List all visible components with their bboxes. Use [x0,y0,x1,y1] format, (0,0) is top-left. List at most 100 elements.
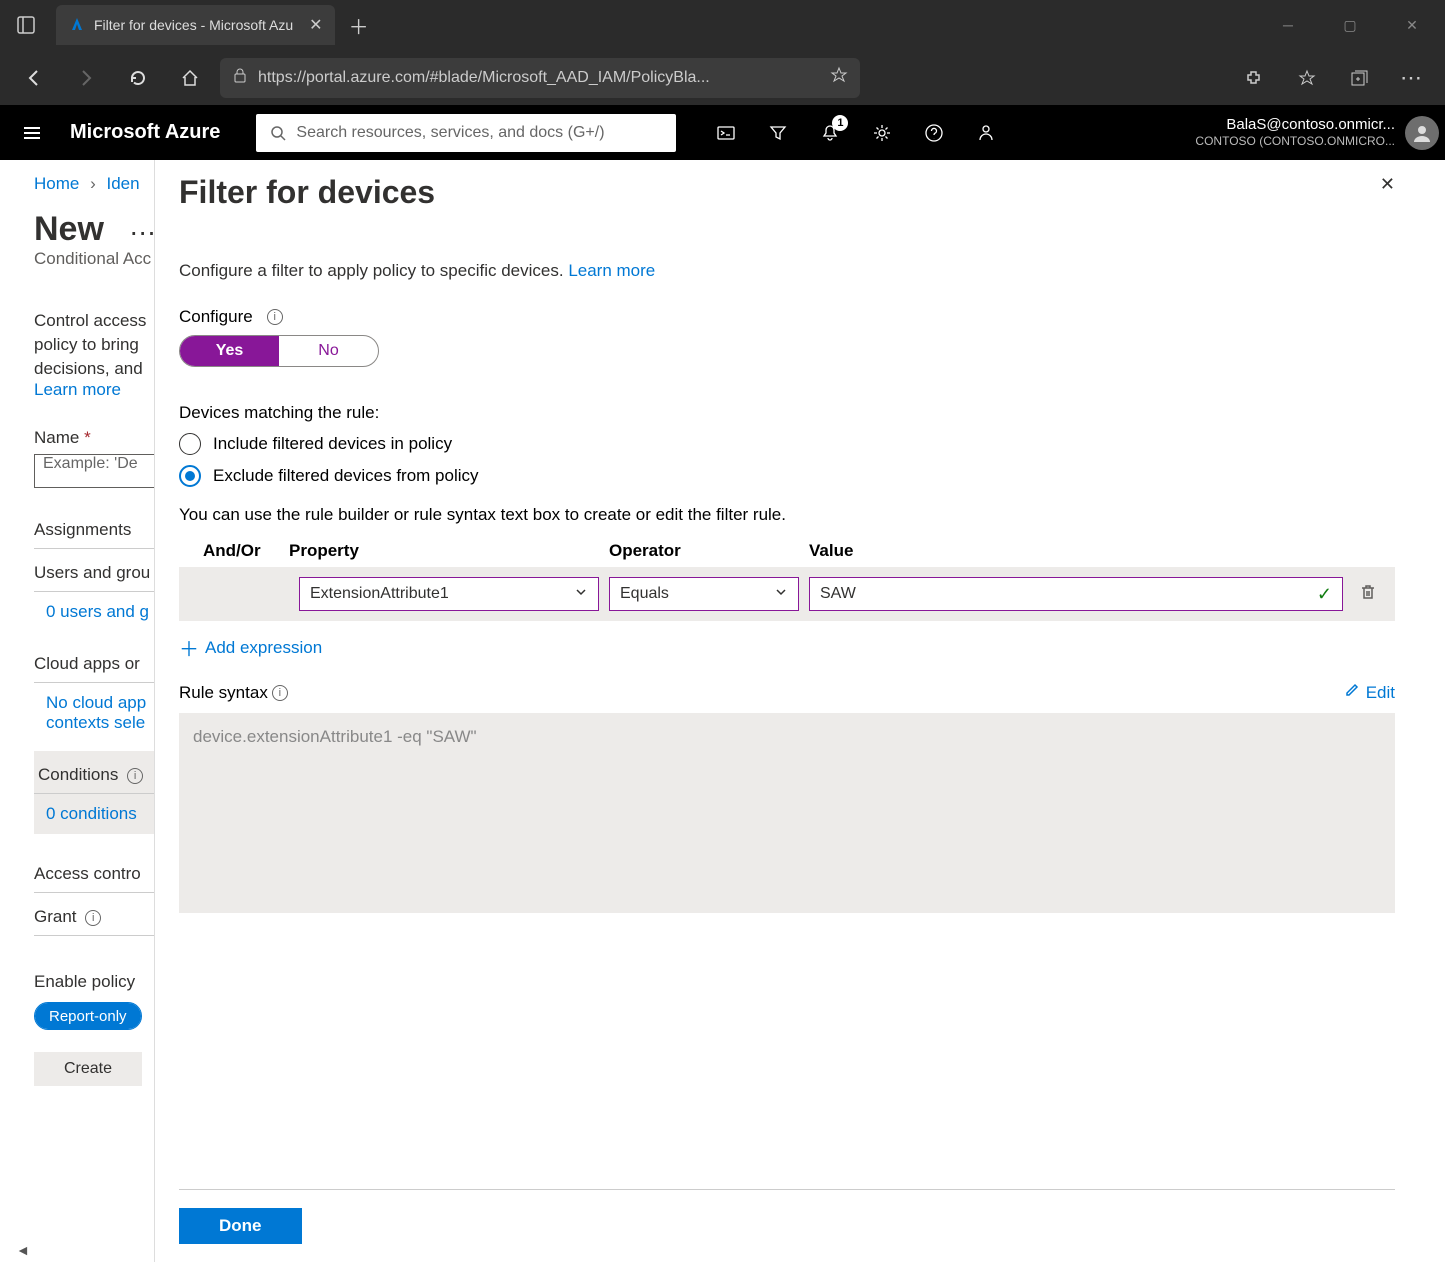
matching-rule-label: Devices matching the rule: [179,403,1395,423]
policy-description: Control access policy to bring decisions… [34,309,164,380]
breadcrumb-home[interactable]: Home [34,174,79,193]
scroll-left-icon[interactable]: ◄ [16,1242,30,1258]
configure-yes[interactable]: Yes [180,336,279,366]
page-subhead: Conditional Acc [34,249,164,269]
delete-row-button[interactable] [1359,583,1387,606]
url-text: https://portal.azure.com/#blade/Microsof… [258,69,820,87]
cloud-apps-value[interactable]: No cloud appcontexts sele [34,683,164,733]
back-button[interactable] [12,56,56,100]
chevron-down-icon [574,585,588,604]
breadcrumb-item[interactable]: Iden [107,174,140,193]
col-property: Property [289,541,609,561]
url-bar[interactable]: https://portal.azure.com/#blade/Microsof… [220,58,860,98]
blade-description: Configure a filter to apply policy to sp… [179,261,1395,281]
refresh-button[interactable] [116,56,160,100]
rule-syntax-label: Rule syntax [179,683,268,703]
close-window-button[interactable]: ✕ [1387,5,1437,45]
help-icon[interactable] [912,111,956,155]
sidebar-toggle-icon[interactable] [8,7,44,43]
enable-policy-toggle[interactable]: Report-only [34,1002,142,1030]
operator-select[interactable]: Equals [609,577,799,611]
browser-tab[interactable]: Filter for devices - Microsoft Azu ✕ [56,5,335,45]
tab-title: Filter for devices - Microsoft Azu [94,17,293,33]
include-option[interactable]: Include filtered devices in policy [179,433,1395,455]
configure-label: Configure [179,307,253,327]
home-button[interactable] [168,56,212,100]
feedback-icon[interactable] [964,111,1008,155]
search-placeholder: Search resources, services, and docs (G+… [296,124,604,142]
learn-more-link[interactable]: Learn more [34,380,164,400]
collections-icon[interactable] [1337,56,1381,100]
access-controls-header: Access contro [34,864,164,893]
forward-button [64,56,108,100]
directory-filter-icon[interactable] [756,111,800,155]
info-icon[interactable]: i [85,910,101,926]
menu-icon[interactable]: ⋯ [1389,56,1433,100]
cloud-shell-icon[interactable] [704,111,748,155]
hamburger-menu-icon[interactable] [14,115,50,151]
name-field-label: Name * [34,428,164,448]
favorite-icon[interactable] [830,66,848,89]
pencil-icon [1344,682,1360,703]
close-blade-button[interactable]: ✕ [1380,174,1395,195]
property-select[interactable]: ExtensionAttribute1 [299,577,599,611]
info-icon[interactable]: i [267,309,283,325]
cloud-apps-item[interactable]: Cloud apps or [34,640,164,683]
policy-name-input[interactable]: Example: 'De [34,454,164,488]
learn-more-link[interactable]: Learn more [568,261,655,280]
notification-badge: 1 [832,115,848,131]
users-groups-item[interactable]: Users and grou [34,549,164,592]
search-input[interactable]: Search resources, services, and docs (G+… [256,114,676,152]
plus-icon: ＋ [179,633,199,662]
conditions-item[interactable]: Conditions i [34,751,164,794]
col-operator: Operator [609,541,809,561]
extensions-icon[interactable] [1233,56,1277,100]
rule-row: ExtensionAttribute1 Equals SAW ✓ [179,567,1395,621]
chevron-right-icon: › [84,174,102,193]
info-icon[interactable]: i [127,768,143,784]
settings-icon[interactable] [860,111,904,155]
new-tab-button[interactable]: ＋ [335,11,383,40]
breadcrumb[interactable]: Home › Iden [34,174,164,194]
page-title: New [34,210,104,248]
user-email: BalaS@contoso.onmicr... [1195,116,1395,134]
exclude-option[interactable]: Exclude filtered devices from policy [179,465,1395,487]
rule-syntax-textbox[interactable]: device.extensionAttribute1 -eq "SAW" [179,713,1395,913]
users-groups-value[interactable]: 0 users and g [34,592,164,622]
lock-icon [232,67,248,88]
rule-hint: You can use the rule builder or rule syn… [179,505,1395,525]
value-input[interactable]: SAW ✓ [809,577,1343,611]
grant-item[interactable]: Grant i [34,893,164,936]
azure-favicon-icon [68,16,86,34]
favorites-icon[interactable] [1285,56,1329,100]
col-value: Value [809,541,1395,561]
user-tenant: CONTOSO (CONTOSO.ONMICRO... [1195,134,1395,148]
notifications-icon[interactable]: 1 [808,111,852,155]
col-andor: And/Or [179,541,289,561]
brand-label[interactable]: Microsoft Azure [70,121,220,144]
enable-policy-label: Enable policy [34,972,164,992]
maximize-button[interactable]: ▢ [1325,5,1375,45]
user-account[interactable]: BalaS@contoso.onmicr... CONTOSO (CONTOSO… [1195,116,1445,150]
info-icon[interactable]: i [272,685,288,701]
tab-close-icon[interactable]: ✕ [309,15,322,35]
assignments-header: Assignments [34,520,164,549]
configure-toggle[interactable]: Yes No [179,335,379,367]
radio-unchecked-icon[interactable] [179,433,201,455]
blade-title: Filter for devices [179,174,435,211]
edit-syntax-button[interactable]: Edit [1344,682,1395,703]
conditions-value[interactable]: 0 conditions [34,794,164,834]
check-icon: ✓ [1317,584,1332,605]
add-expression-button[interactable]: ＋ Add expression [179,633,1395,662]
rule-builder-table: And/Or Property Operator Value Extension… [179,535,1395,621]
report-only-option[interactable]: Report-only [35,1003,141,1029]
search-icon [270,125,286,141]
more-icon[interactable]: … [129,210,157,241]
minimize-button[interactable]: ─ [1263,5,1313,45]
chevron-down-icon [774,585,788,604]
create-button[interactable]: Create [34,1052,142,1086]
avatar-icon [1405,116,1439,150]
done-button[interactable]: Done [179,1208,302,1244]
configure-no[interactable]: No [279,336,378,366]
radio-checked-icon[interactable] [179,465,201,487]
